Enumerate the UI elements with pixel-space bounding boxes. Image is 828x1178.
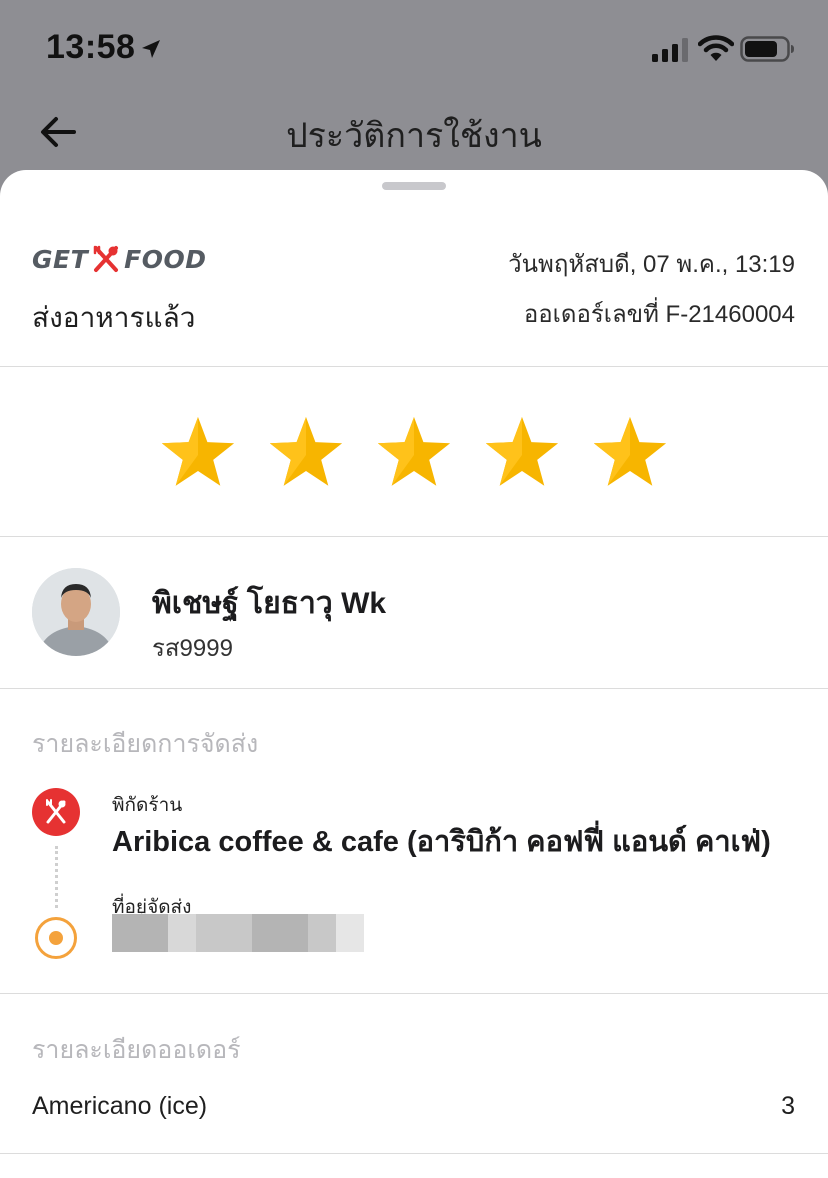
cellular-signal-icon <box>652 38 688 62</box>
getfood-logo: GET FOOD <box>32 242 207 276</box>
order-detail-sheet: GET FOOD วันพฤหัสบดี, 07 พ.ค., 13:19 ส่ง… <box>0 170 828 1178</box>
star-icon[interactable] <box>376 415 452 491</box>
divider <box>0 993 828 994</box>
divider <box>0 536 828 537</box>
wifi-icon <box>698 35 734 61</box>
driver-plate: รส9999 <box>152 635 233 662</box>
item-quantity: 3 <box>781 1092 795 1120</box>
dropoff-address-redacted <box>112 914 364 952</box>
page-title: ประวัติการใช้งาน <box>286 117 542 155</box>
brand-food-text: FOOD <box>124 244 207 274</box>
delivery-section-title: รายละเอียดการจัดส่ง <box>32 730 259 758</box>
driver-name: พิเชษฐ์ โยธาวุ Wk <box>152 587 387 620</box>
sheet-grabber[interactable] <box>382 182 446 190</box>
order-number: ออเดอร์เลขที่ F-21460004 <box>523 301 795 328</box>
divider <box>0 366 828 367</box>
driver-avatar <box>32 568 120 656</box>
battery-icon <box>740 36 794 62</box>
divider <box>0 688 828 689</box>
order-section-title: รายละเอียดออเดอร์ <box>32 1036 241 1064</box>
status-time: 13:58 <box>46 28 136 66</box>
star-icon[interactable] <box>484 415 560 491</box>
star-icon[interactable] <box>592 415 668 491</box>
star-icon[interactable] <box>268 415 344 491</box>
status-bar: 13:58 <box>0 0 828 100</box>
order-date: วันพฤหัสบดี, 07 พ.ค., 13:19 <box>508 251 795 278</box>
rating-stars[interactable] <box>0 415 828 495</box>
route-connector <box>55 846 58 908</box>
location-arrow-icon <box>142 40 160 58</box>
pickup-name: Aribica coffee & cafe (อาริบิก้า คอฟฟี่ … <box>112 826 771 858</box>
divider <box>0 1153 828 1154</box>
destination-pin-icon <box>35 917 77 959</box>
star-icon[interactable] <box>160 415 236 491</box>
brand-get-text: GET <box>32 244 89 274</box>
order-status: ส่งอาหารแล้ว <box>32 302 196 333</box>
pickup-label: พิกัดร้าน <box>112 795 183 816</box>
fork-spoon-icon <box>93 245 119 272</box>
item-name: Americano (ice) <box>32 1092 208 1120</box>
restaurant-pin-icon <box>32 788 80 836</box>
